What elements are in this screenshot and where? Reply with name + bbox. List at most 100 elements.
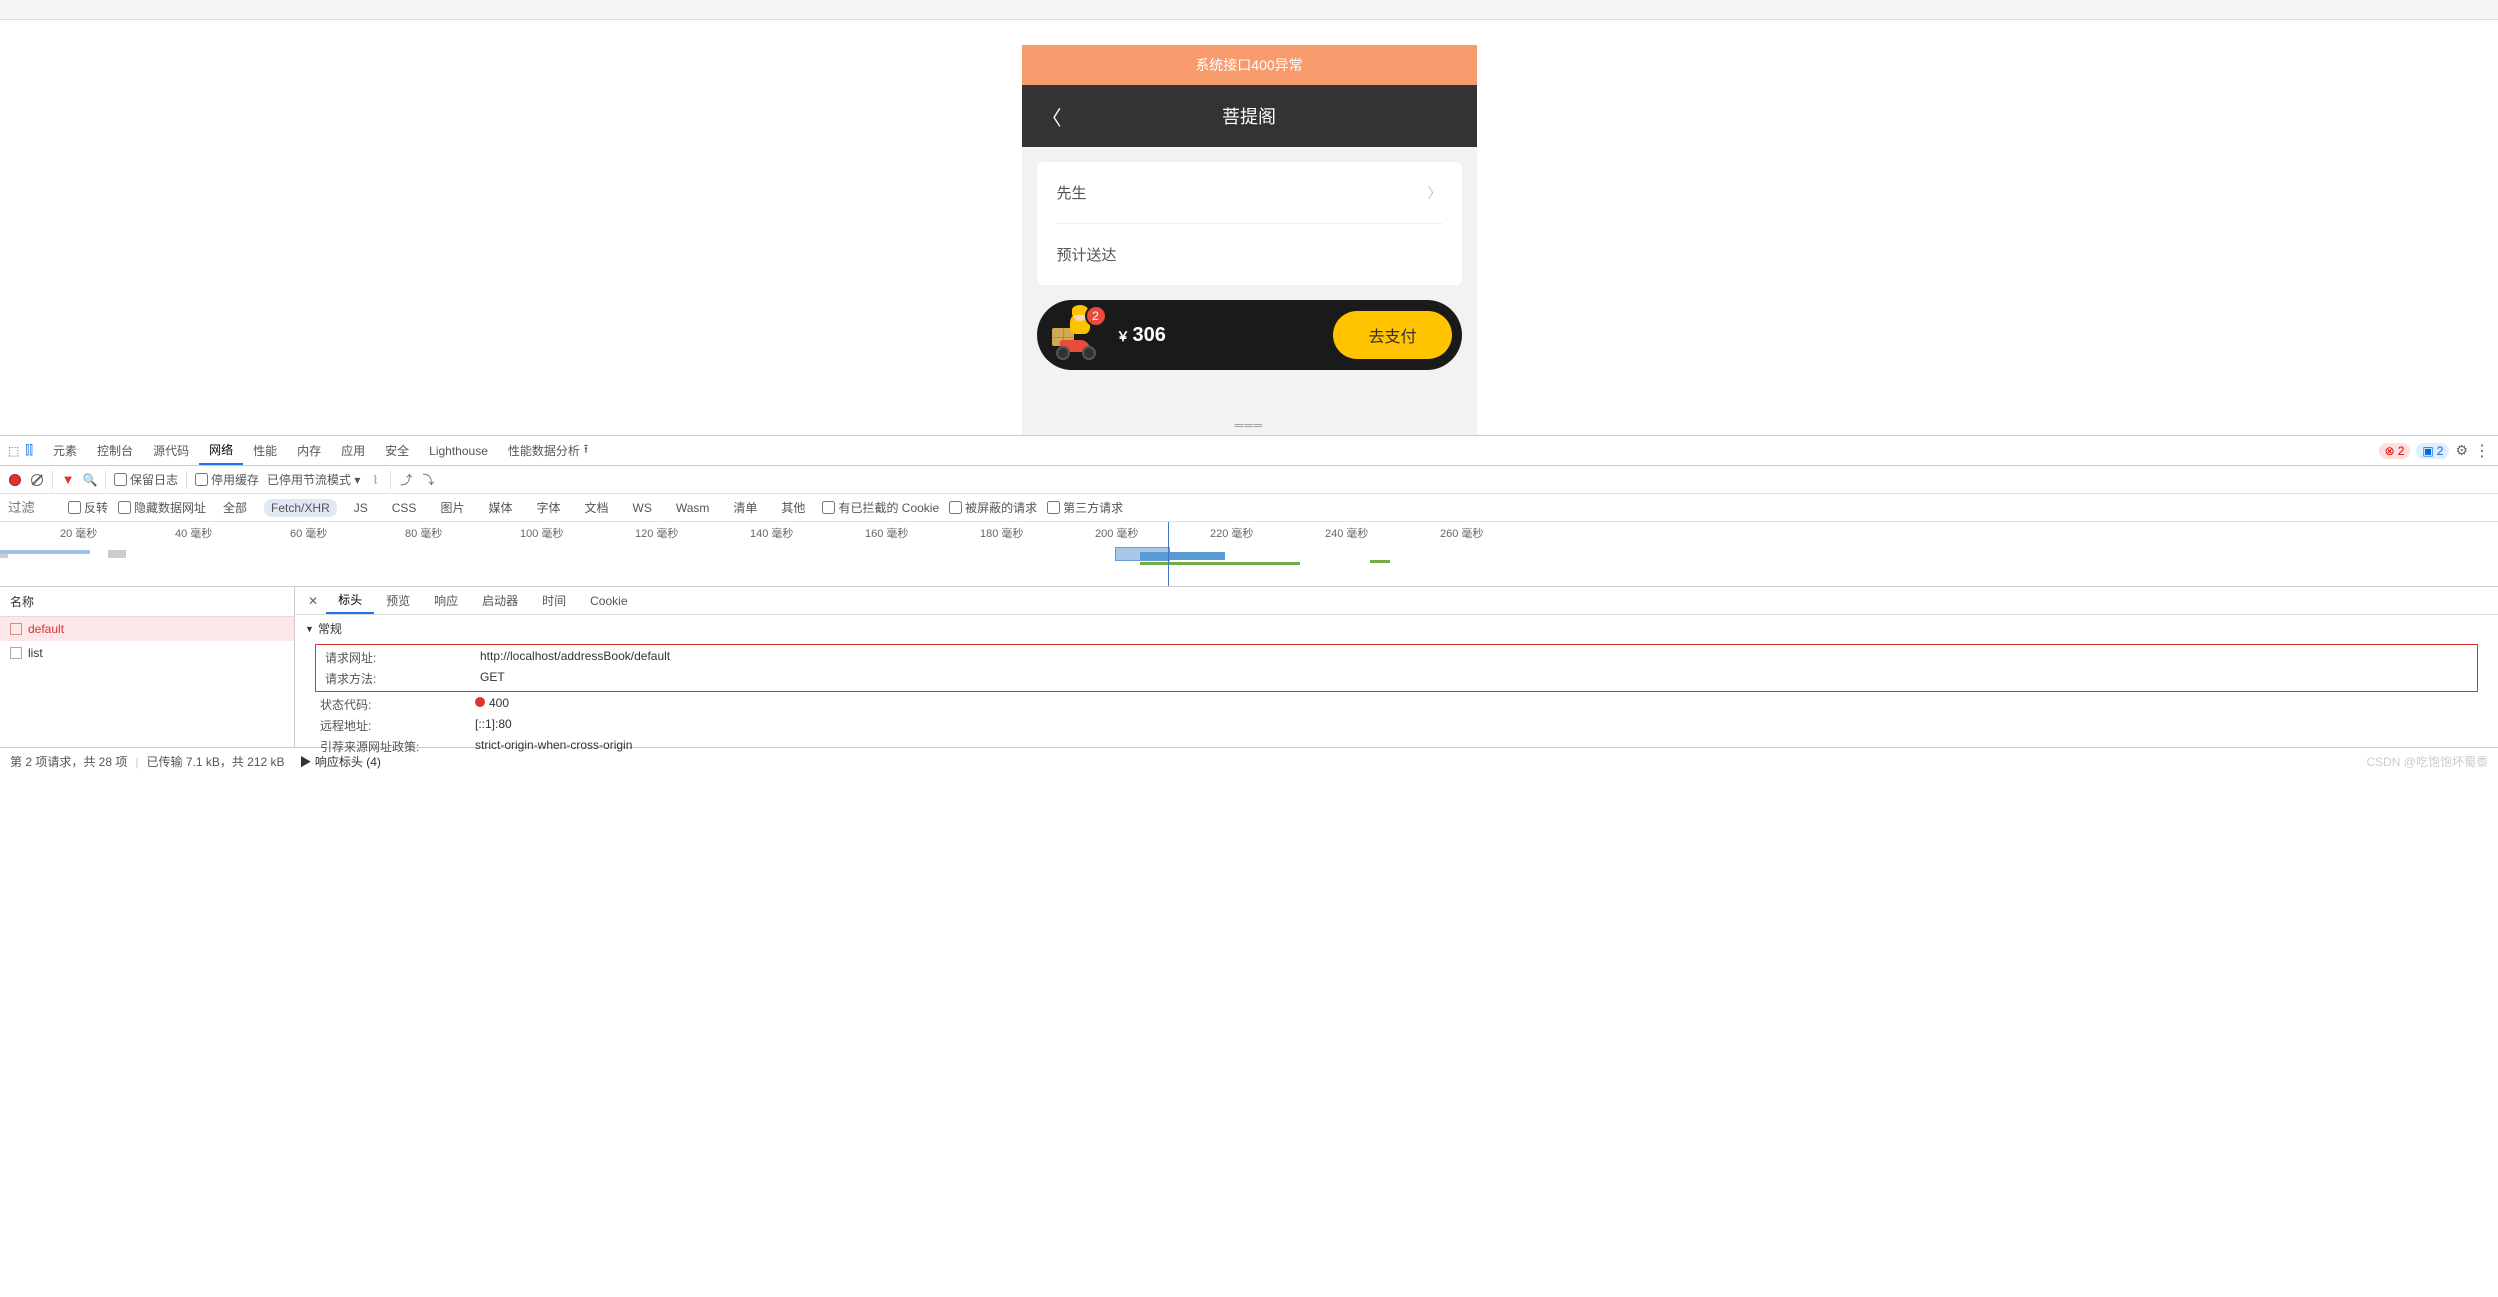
tab-elements[interactable]: 元素 — [43, 436, 87, 465]
wifi-icon[interactable]: ⌇ — [368, 473, 382, 487]
devtools-panel: ⬚ ⫿⫿ 元素 控制台 源代码 网络 性能 内存 应用 安全 Lighthous… — [0, 435, 2498, 775]
blocked-requests-checkbox[interactable]: 被屏蔽的请求 — [949, 499, 1037, 516]
filter-fetch-xhr[interactable]: Fetch/XHR — [264, 499, 337, 517]
filter-media[interactable]: 媒体 — [481, 497, 519, 518]
detail-tab-timing[interactable]: 时间 — [530, 587, 578, 614]
filter-font[interactable]: 字体 — [529, 497, 567, 518]
detail-tab-response[interactable]: 响应 — [422, 587, 470, 614]
filter-js[interactable]: JS — [347, 499, 375, 517]
preserve-log-checkbox[interactable]: 保留日志 — [114, 471, 178, 488]
tab-application[interactable]: 应用 — [331, 436, 375, 465]
hide-data-urls-checkbox[interactable]: 隐藏数据网址 — [118, 499, 206, 516]
pay-button[interactable]: 去支付 — [1333, 311, 1451, 359]
order-card: 先生 〉 预计送达 — [1037, 162, 1462, 285]
detail-tab-initiator[interactable]: 启动器 — [470, 587, 530, 614]
watermark: CSDN @吃饱饱坏蜀黍 — [2366, 753, 2488, 770]
timeline-tick: 60 毫秒 — [290, 525, 327, 541]
timeline-tick: 160 毫秒 — [865, 525, 908, 541]
app-header: 〈 菩提阁 — [1022, 85, 1477, 147]
network-body: 名称 default list ✕ 标头 预览 响应 启动器 时间 Cookie… — [0, 587, 2498, 747]
request-row-list[interactable]: list — [0, 641, 294, 665]
back-arrow-icon[interactable]: 〈 — [1042, 102, 1062, 131]
filter-manifest[interactable]: 清单 — [726, 497, 764, 518]
more-icon[interactable]: ⋮ — [2474, 441, 2490, 461]
status-code-label: 状态代码: — [320, 696, 475, 713]
filter-ws[interactable]: WS — [626, 499, 659, 517]
request-icon — [10, 623, 22, 635]
info-badge[interactable]: ▣ 2 — [2416, 443, 2449, 459]
search-icon[interactable]: 🔍 — [83, 473, 97, 487]
tab-network[interactable]: 网络 — [199, 436, 243, 465]
invert-checkbox[interactable]: 反转 — [68, 499, 108, 516]
error-toast: 系统接口400异常 — [1022, 45, 1477, 85]
tab-lighthouse[interactable]: Lighthouse — [419, 436, 498, 465]
network-timeline[interactable]: 20 毫秒40 毫秒60 毫秒80 毫秒100 毫秒120 毫秒140 毫秒16… — [0, 522, 2498, 587]
network-toolbar: ▼ 🔍 保留日志 停用缓存 已停用节流模式 ▾ ⌇ ⤴ ⤵ — [0, 466, 2498, 494]
timeline-tick: 140 毫秒 — [750, 525, 793, 541]
filter-toggle-icon[interactable]: ▼ — [61, 473, 75, 487]
filter-wasm[interactable]: Wasm — [669, 499, 717, 517]
device-toggle-icon[interactable]: ⫿⫿ — [25, 443, 33, 458]
detail-tab-headers[interactable]: 标头 — [326, 587, 374, 614]
filter-img[interactable]: 图片 — [433, 497, 471, 518]
tab-sources[interactable]: 源代码 — [143, 436, 199, 465]
cart-price: ￥306 — [1117, 324, 1334, 347]
app-title: 菩提阁 — [1042, 103, 1457, 129]
tab-console[interactable]: 控制台 — [87, 436, 143, 465]
error-badge[interactable]: ⊗ 2 — [2379, 443, 2411, 459]
cart-badge: 2 — [1085, 305, 1107, 327]
remote-addr-value: [::1]:80 — [475, 717, 512, 734]
close-detail-icon[interactable]: ✕ — [300, 594, 326, 608]
cart-rider-icon[interactable]: 2 — [1052, 310, 1102, 360]
throttle-select[interactable]: 已停用节流模式 ▾ — [267, 471, 360, 488]
request-icon — [10, 647, 22, 659]
timeline-tick: 80 毫秒 — [405, 525, 442, 541]
request-list: 名称 default list — [0, 587, 295, 747]
triangle-down-icon: ▼ — [305, 624, 314, 634]
viewport-ruler — [0, 0, 2498, 20]
eta-label: 预计送达 — [1057, 244, 1117, 265]
filter-css[interactable]: CSS — [385, 499, 424, 517]
clear-button[interactable] — [30, 473, 44, 487]
addressee-label: 先生 — [1057, 182, 1087, 203]
filter-other[interactable]: 其他 — [774, 497, 812, 518]
addressee-row[interactable]: 先生 〉 — [1057, 162, 1442, 224]
blocked-cookies-checkbox[interactable]: 有已拦截的 Cookie — [822, 499, 939, 516]
timeline-tick: 240 毫秒 — [1325, 525, 1368, 541]
request-row-default[interactable]: default — [0, 617, 294, 641]
timeline-tick: 220 毫秒 — [1210, 525, 1253, 541]
third-party-checkbox[interactable]: 第三方请求 — [1047, 499, 1123, 516]
cart-bar: 2 ￥306 去支付 — [1037, 300, 1462, 370]
timeline-tick: 180 毫秒 — [980, 525, 1023, 541]
referrer-policy-value: strict-origin-when-cross-origin — [475, 738, 632, 755]
upload-icon[interactable]: ⤴ — [399, 473, 413, 487]
highlighted-request-info: 请求网址:http://localhost/addressBook/defaul… — [315, 644, 2478, 692]
resize-handle-bottom[interactable]: ═══ — [1235, 418, 1264, 432]
list-header-name[interactable]: 名称 — [0, 587, 294, 617]
timeline-tick: 120 毫秒 — [635, 525, 678, 541]
section-general[interactable]: ▼ 常规 — [295, 615, 2498, 642]
settings-icon[interactable]: ⚙ — [2455, 442, 2468, 459]
tab-performance[interactable]: 性能 — [243, 436, 287, 465]
filter-all[interactable]: 全部 — [216, 497, 254, 518]
transfer-size: 已传输 7.1 kB，共 212 kB — [146, 753, 284, 770]
detail-tab-preview[interactable]: 预览 — [374, 587, 422, 614]
tab-profiler[interactable]: 性能数据分析 ⭱ — [498, 436, 598, 465]
record-button[interactable] — [8, 473, 22, 487]
devtools-tabs: ⬚ ⫿⫿ 元素 控制台 源代码 网络 性能 内存 应用 安全 Lighthous… — [0, 436, 2498, 466]
mobile-viewport: 系统接口400异常 〈 菩提阁 先生 〉 预计送达 2 — [1022, 45, 1477, 435]
eta-row: 预计送达 — [1057, 224, 1442, 285]
tab-memory[interactable]: 内存 — [287, 436, 331, 465]
disable-cache-checkbox[interactable]: 停用缓存 — [195, 471, 259, 488]
device-preview-area: 系统接口400异常 〈 菩提阁 先生 〉 预计送达 2 — [0, 20, 2498, 435]
filter-input[interactable] — [8, 500, 58, 515]
filter-doc[interactable]: 文档 — [577, 497, 615, 518]
download-icon[interactable]: ⤵ — [421, 473, 435, 487]
timeline-tick: 40 毫秒 — [175, 525, 212, 541]
timeline-tick: 200 毫秒 — [1095, 525, 1138, 541]
status-error-dot-icon — [475, 697, 485, 707]
detail-tab-cookies[interactable]: Cookie — [578, 587, 639, 614]
tab-security[interactable]: 安全 — [375, 436, 419, 465]
inspect-icon[interactable]: ⬚ — [8, 444, 19, 458]
timeline-tick: 20 毫秒 — [60, 525, 97, 541]
